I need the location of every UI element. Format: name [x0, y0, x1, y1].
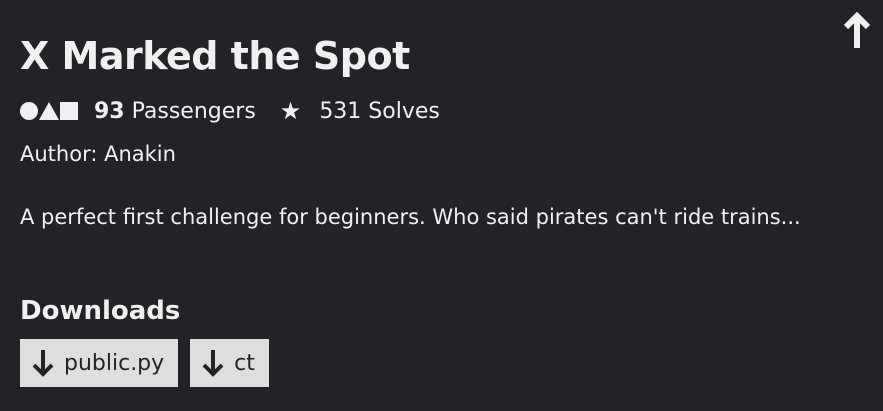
download-public-py-button[interactable]: public.py — [20, 339, 179, 387]
downloads-list: public.py ct — [20, 339, 269, 387]
download-arrow-icon — [202, 350, 224, 377]
download-label: public.py — [64, 350, 165, 376]
passenger-label: Passengers — [131, 98, 256, 124]
download-arrow-icon — [32, 350, 54, 377]
circle-triangle-square-icon — [20, 102, 78, 120]
passenger-count: 93 — [94, 98, 125, 124]
challenge-description: A perfect first challenge for beginners.… — [20, 205, 801, 229]
challenge-stats: 93 Passengers ★ 531 Solves — [20, 97, 440, 125]
star-icon: ★ — [279, 97, 302, 125]
author: Author: Anakin — [20, 142, 176, 166]
downloads-heading: Downloads — [20, 296, 181, 326]
challenge-title: X Marked the Spot — [20, 34, 410, 78]
download-ct-button[interactable]: ct — [190, 339, 269, 387]
solve-count: 531 Solves — [319, 98, 440, 124]
arrow-up-icon[interactable] — [843, 12, 871, 50]
download-label: ct — [234, 350, 255, 376]
